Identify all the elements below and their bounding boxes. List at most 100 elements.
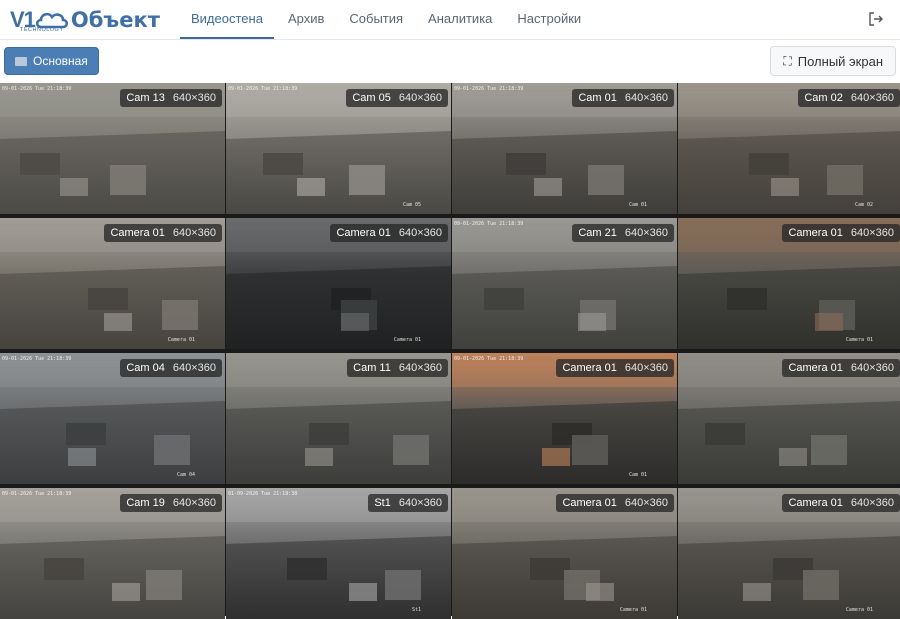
camera-timestamp: 01-09-2026 Tue 21:18:38 [228,491,298,497]
camera-tile[interactable]: 09-01-2026 Tue 21:18:39 Cam 04 Cam 04 640×3… [0,353,225,484]
camera-timestamp: 09-01-2026 Tue 21:18:39 [454,356,524,362]
camera-tile[interactable]: Camera 01 Camera 01 640×360 [226,218,451,349]
camera-tile[interactable]: 09-01-2026 Tue 21:18:39 Cam 05 Cam 05 640×3… [226,83,451,214]
camera-label: Cam 05 640×360 [346,89,448,107]
camera-resolution: 640×360 [850,92,894,104]
camera-label: Camera 01 640×360 [104,224,222,242]
camera-resolution: 640×360 [624,497,668,509]
app-header: V1 TECHNOLOGY Объект Видеостена Архив Со… [0,0,900,40]
camera-label: Cam 13 640×360 [120,89,222,107]
camera-name: Camera 01 [110,227,165,239]
fullscreen-label: Полный экран [797,53,883,69]
camera-timestamp: 09-01-2026 Tue 21:18:39 [454,86,524,92]
camera-tile[interactable]: 09-01-2026 Tue 21:18:39 Cam 13 640×360 [0,83,225,214]
camera-name: Cam 02 [804,92,843,104]
camera-tile[interactable]: Camera 01 Camera 01 640×360 [452,488,677,619]
camera-watermark: Cam 05 [402,202,421,208]
camera-label: Cam 19 640×360 [120,494,222,512]
camera-watermark: Camera 01 [619,607,647,613]
camera-tile[interactable]: Cam 02 Cam 02 640×360 [678,83,900,214]
camera-tile[interactable]: 09-01-2026 Tue 21:18:39 Cam 01 Cam 01 640×3… [452,83,677,214]
camera-resolution: 640×360 [398,227,442,239]
layout-main-button[interactable]: Основная [4,47,99,75]
camera-label: Camera 01 640×360 [556,359,674,377]
logout-icon[interactable] [868,11,884,27]
camera-label: Camera 01 640×360 [782,359,900,377]
camera-tile[interactable]: 01-09-2026 Tue 21:18:38 St1 St1 640×360 [226,488,451,619]
camera-timestamp: 09-01-2026 Tue 21:18:39 [2,356,72,362]
tab-videowall[interactable]: Видеостена [180,0,274,39]
toolbar: Основная ⛶ Полный экран [0,40,900,82]
camera-resolution: 640×360 [398,497,442,509]
camera-tile[interactable]: Camera 01 640×360 [678,353,900,484]
camera-label: Cam 21 640×360 [572,224,674,242]
camera-resolution: 640×360 [398,362,442,374]
tab-archive[interactable]: Архив [277,0,335,39]
camera-name: Camera 01 [788,497,843,509]
camera-resolution: 640×360 [172,92,216,104]
object-title: Объект [70,7,160,32]
camera-name: St1 [374,497,391,509]
camera-timestamp: 09-01-2026 Tue 21:18:39 [2,491,72,497]
camera-watermark: Cam 01 [628,202,647,208]
camera-tile[interactable]: 09-01-2026 Tue 21:18:39 Cam 19 640×360 [0,488,225,619]
camera-tile[interactable]: 09-01-2026 Tue 21:18:39 Cam 21 640×360 [452,218,677,349]
camera-name: Cam 05 [352,92,391,104]
video-wall-grid: 09-01-2026 Tue 21:18:39 Cam 13 640×360 09-… [0,83,900,619]
camera-timestamp: 09-01-2026 Tue 21:18:39 [2,86,72,92]
camera-name: Cam 13 [126,92,165,104]
tab-settings[interactable]: Настройки [506,0,592,39]
camera-watermark: Camera 01 [167,337,195,343]
tab-events[interactable]: События [338,0,414,39]
camera-resolution: 640×360 [624,362,668,374]
fullscreen-icon: ⛶ [783,53,792,68]
brand-logo[interactable]: V1 TECHNOLOGY Объект [0,0,180,39]
camera-label: Camera 01 640×360 [782,224,900,242]
camera-label: Cam 04 640×360 [120,359,222,377]
camera-label: Cam 11 640×360 [347,359,448,377]
layout-main-label: Основная [33,54,88,68]
camera-name: Cam 04 [126,362,165,374]
camera-resolution: 640×360 [624,92,668,104]
camera-name: Cam 11 [353,362,391,374]
camera-watermark: Cam 01 [628,472,647,478]
camera-tile[interactable]: 09-01-2026 Tue 21:18:39 Cam 01 Camera 01 64… [452,353,677,484]
camera-watermark: Cam 04 [176,472,195,478]
camera-label: Camera 01 640×360 [556,494,674,512]
camera-timestamp: 09-01-2026 Tue 21:18:39 [454,221,524,227]
camera-resolution: 640×360 [398,92,442,104]
tab-analytics[interactable]: Аналитика [417,0,503,39]
camera-timestamp: 09-01-2026 Tue 21:18:39 [228,86,298,92]
camera-tile[interactable]: Cam 11 640×360 [226,353,451,484]
camera-tile[interactable]: Camera 01 Camera 01 640×360 [0,218,225,349]
camera-watermark: Cam 02 [854,202,873,208]
camera-resolution: 640×360 [850,362,894,374]
camera-resolution: 640×360 [172,227,216,239]
camera-name: Camera 01 [562,497,617,509]
camera-watermark: St1 [411,607,421,613]
monitor-icon [15,56,27,66]
camera-watermark: Camera 01 [845,337,873,343]
camera-watermark: Camera 01 [393,337,421,343]
camera-name: Camera 01 [562,362,617,374]
camera-resolution: 640×360 [850,497,894,509]
camera-resolution: 640×360 [172,497,216,509]
camera-label: Cam 01 640×360 [572,89,674,107]
camera-tile[interactable]: Camera 01 Camera 01 640×360 [678,488,900,619]
camera-label: Camera 01 640×360 [330,224,448,242]
camera-name: Camera 01 [336,227,391,239]
fullscreen-button[interactable]: ⛶ Полный экран [770,46,896,76]
camera-name: Cam 21 [578,227,617,239]
logo-tagline: TECHNOLOGY [20,27,64,33]
camera-watermark: Camera 01 [845,607,873,613]
camera-name: Camera 01 [788,362,843,374]
camera-resolution: 640×360 [850,227,894,239]
camera-name: Cam 19 [126,497,165,509]
camera-label: Cam 02 640×360 [798,89,900,107]
camera-label: Camera 01 640×360 [782,494,900,512]
camera-tile[interactable]: Camera 01 Camera 01 640×360 [678,218,900,349]
camera-label: St1 640×360 [368,494,448,512]
camera-name: Cam 01 [578,92,617,104]
camera-resolution: 640×360 [624,227,668,239]
main-nav: Видеостена Архив События Аналитика Настр… [180,0,595,39]
